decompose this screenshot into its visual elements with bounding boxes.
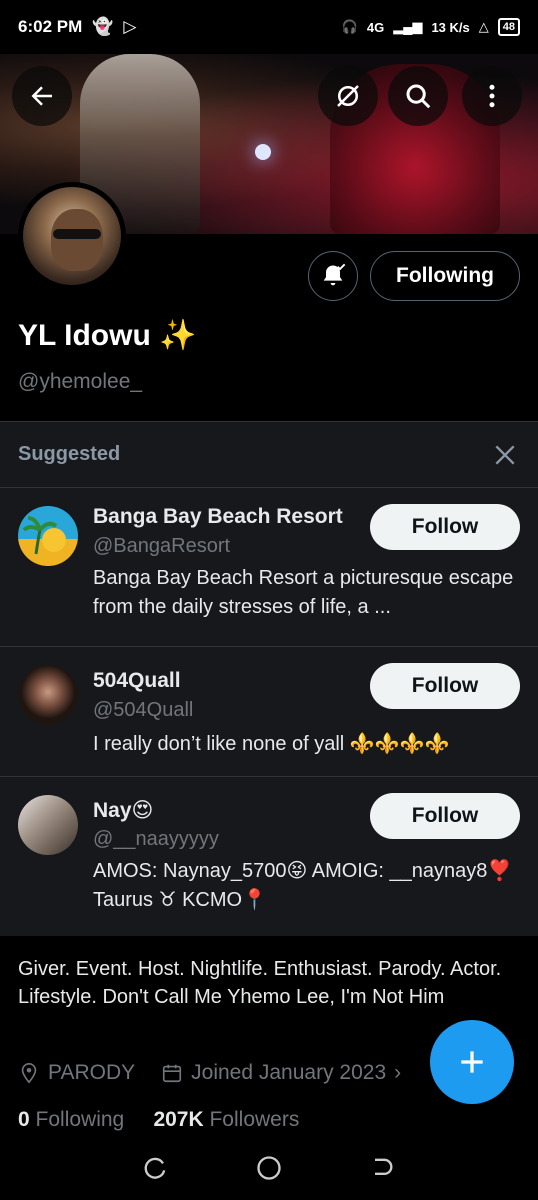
network-label: 4G xyxy=(366,19,385,35)
suggested-panel: Suggested Banga Bay Beach Resort @BangaR… xyxy=(0,421,538,936)
user-bio: AMOS: Naynay_5700😝 AMOIG: __naynay8❣️ Ta… xyxy=(93,860,513,911)
home-circle-icon xyxy=(257,1155,281,1180)
arrow-left-icon xyxy=(31,86,52,106)
suggested-title: Suggested xyxy=(18,443,121,465)
user-avatar xyxy=(18,506,78,566)
user-avatar xyxy=(18,795,78,855)
location-pin-icon xyxy=(21,1063,37,1084)
suggested-user[interactable]: Banga Bay Beach Resort @BangaResort Bang… xyxy=(0,488,538,647)
user-bio: Banga Bay Beach Resort a picturesque esc… xyxy=(93,567,514,618)
system-navigation-bar xyxy=(0,1140,538,1200)
follow-counts: 0 Following 207K Followers xyxy=(18,1108,299,1132)
more-vertical-icon xyxy=(489,84,495,108)
followers-count[interactable]: 207K Followers xyxy=(153,1108,299,1131)
plus-icon xyxy=(461,1051,483,1073)
follow-button[interactable]: Follow xyxy=(370,504,520,550)
notifications-button[interactable] xyxy=(308,251,358,301)
bell-check-icon xyxy=(323,263,346,286)
user-name: Nay😍 xyxy=(93,799,154,822)
data-speed: 13 K/s xyxy=(431,19,470,35)
recents-icon xyxy=(144,1157,166,1179)
profile-bio: Giver. Event. Host. Nightlife. Enthusias… xyxy=(18,958,502,1008)
user-name: 504Quall xyxy=(93,669,181,692)
user-handle: @BangaResort xyxy=(93,535,231,557)
battery-indicator: 48 xyxy=(497,18,520,36)
following-button[interactable]: Following xyxy=(370,251,520,301)
status-time: 6:02 PM xyxy=(18,17,83,36)
chevron-right-icon[interactable]: › xyxy=(394,1061,401,1085)
suggested-header: Suggested xyxy=(0,422,538,488)
user-name: Banga Bay Beach Resort xyxy=(93,505,343,528)
compose-button[interactable] xyxy=(430,1020,514,1104)
back-button[interactable] xyxy=(12,66,72,126)
snapchat-icon: 👻 xyxy=(92,17,114,36)
search-button[interactable] xyxy=(388,66,448,126)
suggested-user[interactable]: 504Quall @504Quall I really don’t like n… xyxy=(0,647,538,777)
user-handle: @__naayyyyy xyxy=(93,828,219,850)
suggested-user[interactable]: Nay😍 @__naayyyyy AMOS: Naynay_5700😝 AMOI… xyxy=(0,777,538,936)
palm-tree-icon xyxy=(22,516,66,555)
profile-avatar[interactable] xyxy=(18,182,126,290)
back-nav-icon xyxy=(374,1158,393,1175)
recents-button[interactable] xyxy=(142,1154,170,1187)
search-icon xyxy=(406,84,431,109)
location-text: PARODY xyxy=(48,1061,136,1084)
profile-handle: @yhemolee_ xyxy=(18,370,143,393)
joined-text: Joined January 2023 xyxy=(191,1061,387,1084)
headphones-icon: 🎧 xyxy=(341,19,358,34)
grok-button[interactable] xyxy=(318,66,378,126)
user-avatar xyxy=(18,665,78,725)
calendar-icon xyxy=(163,1064,182,1083)
status-bar: 6:02 PM 👻 ▷ 🎧 4G ▂▄▆ 13 K/s △ 48 xyxy=(0,0,538,54)
home-button[interactable] xyxy=(255,1154,283,1187)
signal-icon: ▂▄▆ xyxy=(393,19,423,34)
close-icon xyxy=(495,444,515,465)
follow-button[interactable]: Follow xyxy=(370,793,520,839)
back-nav-button[interactable] xyxy=(368,1154,396,1187)
dismiss-suggested-button[interactable] xyxy=(490,440,520,470)
grok-icon xyxy=(337,85,359,107)
display-name: YL Idowu ✨ xyxy=(18,319,197,352)
more-button[interactable] xyxy=(462,66,522,126)
profile-meta: PARODY Joined January 2023 › xyxy=(18,1061,401,1085)
follow-button[interactable]: Follow xyxy=(370,663,520,709)
alert-icon: △ xyxy=(478,19,489,34)
following-count[interactable]: 0 Following xyxy=(18,1108,124,1131)
user-bio: I really don’t like none of yall ⚜️⚜️⚜️⚜… xyxy=(93,733,450,755)
notification-icon: ▷ xyxy=(123,17,137,36)
user-handle: @504Quall xyxy=(93,699,194,721)
